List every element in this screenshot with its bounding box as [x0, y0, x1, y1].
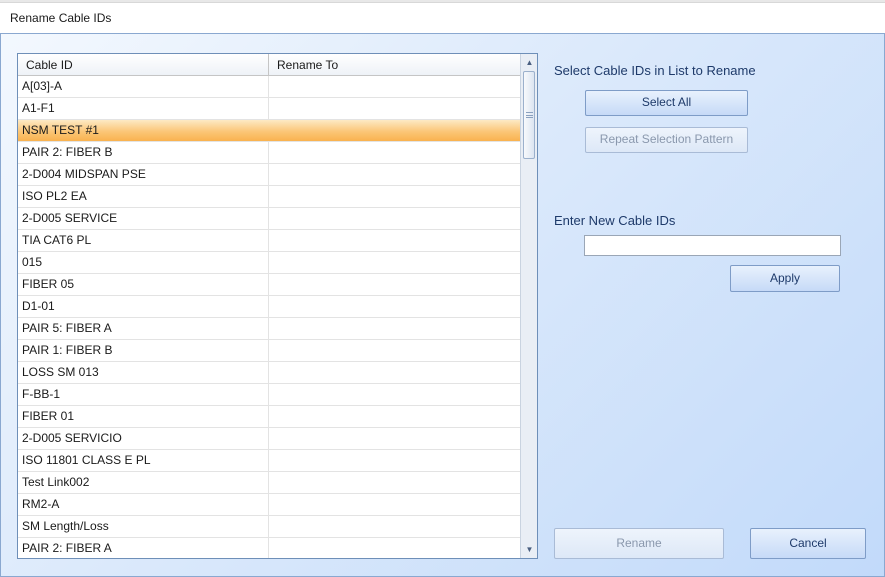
- rename-to-cell[interactable]: [269, 406, 520, 427]
- table-row[interactable]: LOSS SM 013: [18, 362, 520, 384]
- rename-to-cell[interactable]: [269, 362, 520, 383]
- table-row[interactable]: ISO 11801 CLASS E PL: [18, 450, 520, 472]
- table-row[interactable]: PAIR 5: FIBER A: [18, 318, 520, 340]
- new-ids-heading: Enter New Cable IDs: [554, 213, 676, 228]
- cable-id-cell[interactable]: 015: [18, 252, 269, 273]
- scroll-down-arrow-icon[interactable]: ▼: [521, 541, 537, 558]
- table-row[interactable]: A[03]-A: [18, 76, 520, 98]
- rename-to-cell[interactable]: [269, 252, 520, 273]
- grid-header: Cable ID Rename To: [18, 54, 520, 76]
- cable-id-cell[interactable]: PAIR 1: FIBER B: [18, 340, 269, 361]
- window-title: Rename Cable IDs: [10, 11, 112, 25]
- cable-id-cell[interactable]: A[03]-A: [18, 76, 269, 97]
- cable-id-cell[interactable]: 2-D005 SERVICIO: [18, 428, 269, 449]
- rename-to-cell[interactable]: [269, 230, 520, 251]
- cable-id-cell[interactable]: A1-F1: [18, 98, 269, 119]
- cable-id-cell[interactable]: Test Link002: [18, 472, 269, 493]
- rename-to-cell[interactable]: [269, 186, 520, 207]
- title-bar[interactable]: Rename Cable IDs: [0, 3, 885, 33]
- new-cable-ids-input[interactable]: [584, 235, 841, 256]
- cable-id-cell[interactable]: PAIR 5: FIBER A: [18, 318, 269, 339]
- cable-id-cell[interactable]: FIBER 05: [18, 274, 269, 295]
- rename-to-cell[interactable]: [269, 76, 520, 97]
- cable-id-cell[interactable]: ISO PL2 EA: [18, 186, 269, 207]
- vertical-scrollbar[interactable]: ▲ ▼: [520, 54, 537, 558]
- rename-to-cell[interactable]: [269, 384, 520, 405]
- rename-button[interactable]: Rename: [554, 528, 724, 559]
- repeat-selection-pattern-button[interactable]: Repeat Selection Pattern: [585, 127, 748, 153]
- column-header-cable-id[interactable]: Cable ID: [18, 54, 269, 76]
- rename-to-cell[interactable]: [269, 164, 520, 185]
- cancel-button[interactable]: Cancel: [750, 528, 866, 559]
- table-row[interactable]: PAIR 2: FIBER A: [18, 538, 520, 558]
- rename-to-cell[interactable]: [269, 296, 520, 317]
- apply-button[interactable]: Apply: [730, 265, 840, 292]
- table-row[interactable]: 2-D005 SERVICIO: [18, 428, 520, 450]
- rename-to-cell[interactable]: [269, 142, 520, 163]
- cable-id-cell[interactable]: 2-D005 SERVICE: [18, 208, 269, 229]
- scroll-thumb[interactable]: [523, 71, 535, 159]
- table-row[interactable]: A1-F1: [18, 98, 520, 120]
- table-row[interactable]: 2-D005 SERVICE: [18, 208, 520, 230]
- table-row[interactable]: 015: [18, 252, 520, 274]
- table-row[interactable]: RM2-A: [18, 494, 520, 516]
- table-row[interactable]: F-BB-1: [18, 384, 520, 406]
- cable-id-cell[interactable]: D1-01: [18, 296, 269, 317]
- dialog-body: Cable ID Rename To A[03]-A A1-F1 NSM TEST …: [0, 33, 885, 577]
- cable-id-cell[interactable]: PAIR 2: FIBER B: [18, 142, 269, 163]
- cable-id-cell[interactable]: FIBER 01: [18, 406, 269, 427]
- table-row[interactable]: 2-D004 MIDSPAN PSE: [18, 164, 520, 186]
- cable-id-cell[interactable]: SM Length/Loss: [18, 516, 269, 537]
- table-row[interactable]: TIA CAT6 PL: [18, 230, 520, 252]
- rename-to-cell[interactable]: [269, 494, 520, 515]
- rename-to-cell[interactable]: [269, 516, 520, 537]
- cable-id-cell[interactable]: TIA CAT6 PL: [18, 230, 269, 251]
- rename-to-cell[interactable]: [269, 472, 520, 493]
- table-row[interactable]: FIBER 01: [18, 406, 520, 428]
- rename-to-cell[interactable]: [269, 538, 520, 558]
- table-row[interactable]: PAIR 1: FIBER B: [18, 340, 520, 362]
- rename-to-cell[interactable]: [269, 98, 520, 119]
- cable-id-cell[interactable]: ISO 11801 CLASS E PL: [18, 450, 269, 471]
- cable-id-cell[interactable]: PAIR 2: FIBER A: [18, 538, 269, 558]
- rename-to-cell[interactable]: [269, 340, 520, 361]
- scroll-up-arrow-icon[interactable]: ▲: [521, 54, 537, 71]
- select-heading: Select Cable IDs in List to Rename: [554, 63, 756, 78]
- grip-icon: [526, 112, 533, 118]
- rename-to-cell[interactable]: [269, 428, 520, 449]
- cable-id-cell[interactable]: RM2-A: [18, 494, 269, 515]
- select-all-button[interactable]: Select All: [585, 90, 748, 116]
- rename-to-cell[interactable]: [269, 274, 520, 295]
- rename-to-cell[interactable]: [269, 318, 520, 339]
- rename-to-cell[interactable]: [269, 450, 520, 471]
- table-row[interactable]: NSM TEST #1: [18, 120, 520, 142]
- column-header-rename-to[interactable]: Rename To: [269, 54, 520, 76]
- table-row[interactable]: D1-01: [18, 296, 520, 318]
- table-row[interactable]: Test Link002: [18, 472, 520, 494]
- cable-id-cell[interactable]: LOSS SM 013: [18, 362, 269, 383]
- cable-id-cell[interactable]: F-BB-1: [18, 384, 269, 405]
- grid-rows: A[03]-A A1-F1 NSM TEST #1 PAIR 2: FIBER B 2-…: [18, 76, 520, 558]
- cable-id-cell[interactable]: NSM TEST #1: [18, 120, 269, 141]
- table-row[interactable]: SM Length/Loss: [18, 516, 520, 538]
- cable-id-grid[interactable]: Cable ID Rename To A[03]-A A1-F1 NSM TEST …: [17, 53, 538, 559]
- rename-to-cell[interactable]: [269, 208, 520, 229]
- rename-to-cell[interactable]: [269, 120, 520, 141]
- cable-id-cell[interactable]: 2-D004 MIDSPAN PSE: [18, 164, 269, 185]
- table-row[interactable]: PAIR 2: FIBER B: [18, 142, 520, 164]
- table-row[interactable]: ISO PL2 EA: [18, 186, 520, 208]
- table-row[interactable]: FIBER 05: [18, 274, 520, 296]
